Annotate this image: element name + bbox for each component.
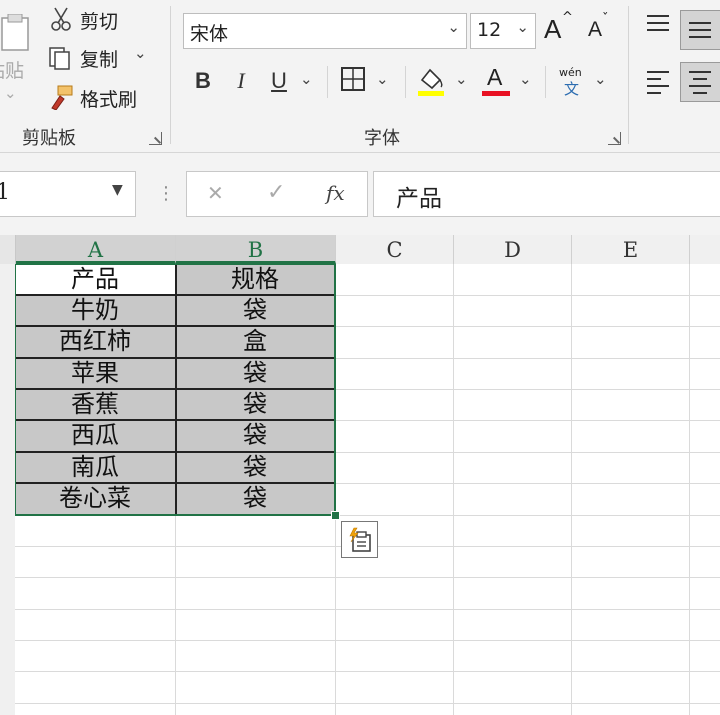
fill-color-dropdown-icon[interactable]: ⌄ (455, 70, 468, 88)
copy-dropdown-icon[interactable]: ⌄ (134, 44, 147, 62)
italic-icon: I (237, 68, 245, 93)
clipboard-group-label: 剪贴板 (22, 128, 76, 149)
font-dialog-launcher-icon[interactable] (608, 132, 621, 145)
worksheet-grid[interactable]: 产品 规格 牛奶 袋 西红柿 盒 苹果 袋 香蕉 袋 西瓜 袋 南瓜 袋 卷心菜… (15, 264, 720, 715)
font-size-combo[interactable]: 12 ⌄ (470, 13, 536, 49)
align-center-button[interactable] (680, 62, 720, 102)
formula-bar-grip-icon: ⋮ (157, 183, 175, 204)
fill-color-button[interactable] (416, 64, 450, 98)
font-color-dropdown-icon[interactable]: ⌄ (519, 70, 532, 88)
enter-icon[interactable]: ✓ (267, 180, 285, 205)
borders-icon (341, 67, 365, 91)
insert-function-icon[interactable]: fx (326, 181, 345, 205)
column-header-d[interactable]: D (454, 235, 572, 264)
bold-button[interactable]: B (186, 64, 220, 98)
font-name-dropdown-icon[interactable]: ⌄ (447, 18, 460, 36)
underline-icon: U (271, 68, 287, 93)
column-header-e[interactable]: E (572, 235, 690, 264)
phonetic-bottom-text: 文 (564, 80, 580, 98)
paste-label: 粘贴 (0, 60, 25, 82)
font-name-value: 宋体 (190, 23, 229, 45)
middle-align-icon (689, 22, 711, 38)
middle-align-button[interactable] (680, 10, 720, 50)
column-header-bar: A B C D E (0, 235, 720, 265)
fill-color-bar (418, 91, 444, 96)
align-center-icon (689, 71, 711, 94)
copy-button[interactable]: 复制 ⌄ (48, 44, 158, 72)
font-group-label: 字体 (364, 128, 400, 149)
phonetic-dropdown-icon[interactable]: ⌄ (594, 70, 607, 88)
gridline (689, 264, 690, 715)
column-header-f[interactable] (690, 235, 720, 264)
format-painter-icon (51, 85, 73, 110)
shrink-caret-icon: ˇ (602, 12, 609, 27)
row-header-bar (0, 264, 16, 715)
cut-button[interactable]: 剪切 (50, 6, 140, 34)
gridline (453, 264, 454, 715)
name-box-dropdown-icon[interactable]: ▼ (112, 182, 123, 198)
font-color-button[interactable]: A (480, 64, 512, 98)
paste-dropdown-icon[interactable]: ⌄ (4, 84, 17, 102)
gridline (15, 640, 720, 641)
group-separator (170, 6, 171, 144)
cancel-icon[interactable]: ✕ (207, 181, 224, 205)
gridline (15, 609, 720, 610)
column-header-b[interactable]: B (176, 235, 336, 264)
format-painter-button[interactable]: 格式刷 (48, 84, 158, 112)
fill-handle[interactable] (331, 511, 340, 520)
cut-label: 剪切 (80, 11, 119, 33)
align-left-button[interactable] (645, 68, 673, 96)
group-separator (628, 6, 629, 144)
bold-icon: B (195, 68, 211, 93)
scissors-icon (51, 7, 71, 31)
select-all-corner[interactable] (0, 235, 16, 264)
gridline (15, 671, 720, 672)
phonetic-button[interactable]: wén 文 (556, 66, 590, 100)
shrink-font-button[interactable]: A ˇ (584, 12, 616, 46)
paste-options-button[interactable] (341, 521, 378, 558)
borders-dropdown-icon[interactable]: ⌄ (376, 70, 389, 88)
underline-button[interactable]: U (262, 64, 296, 98)
grow-font-icon: A (544, 14, 562, 44)
paste-button[interactable]: 粘贴 ⌄ (0, 0, 34, 110)
gridline (15, 577, 720, 578)
borders-button[interactable] (340, 66, 368, 94)
ribbon: 粘贴 ⌄ 剪切 复制 ⌄ 格式刷 剪贴板 宋体 ⌄ 12 ⌄ (0, 0, 720, 153)
font-name-combo[interactable]: 宋体 ⌄ (183, 13, 467, 49)
grow-font-button[interactable]: A ^ (542, 10, 574, 46)
font-separator (545, 66, 546, 98)
name-box-value: 1 (0, 180, 10, 205)
italic-button[interactable]: I (224, 64, 258, 98)
gridline (571, 264, 572, 715)
formula-buttons: ✕ ✓ fx (186, 171, 368, 217)
font-separator (327, 66, 328, 98)
font-size-value: 12 (477, 19, 502, 41)
column-header-c[interactable]: C (336, 235, 454, 264)
shrink-font-icon: A (588, 18, 603, 41)
format-painter-label: 格式刷 (80, 89, 138, 111)
underline-dropdown-icon[interactable]: ⌄ (300, 70, 313, 88)
formula-input[interactable]: 产品 (373, 171, 720, 217)
gridline (15, 703, 720, 704)
copy-label: 复制 (80, 49, 119, 71)
grow-caret-icon: ^ (562, 10, 573, 25)
font-separator (405, 66, 406, 98)
formula-content: 产品 (396, 186, 442, 212)
font-size-dropdown-icon[interactable]: ⌄ (516, 18, 529, 36)
paste-options-icon (349, 527, 371, 552)
top-align-button[interactable] (645, 12, 673, 40)
clipboard-dialog-launcher-icon[interactable] (149, 132, 162, 145)
font-color-bar (482, 91, 510, 96)
font-color-icon: A (487, 64, 503, 90)
copy-icon (49, 47, 70, 70)
formula-bar: 1 ▼ ⋮ ✕ ✓ fx 产品 (0, 153, 720, 235)
fill-bucket-icon (418, 68, 444, 96)
name-box[interactable]: 1 ▼ (0, 171, 136, 217)
clipboard-icon (1, 14, 29, 51)
top-align-icon (647, 15, 669, 31)
selection-outline (15, 264, 336, 516)
column-header-a[interactable]: A (16, 235, 176, 264)
align-left-icon (647, 71, 669, 94)
